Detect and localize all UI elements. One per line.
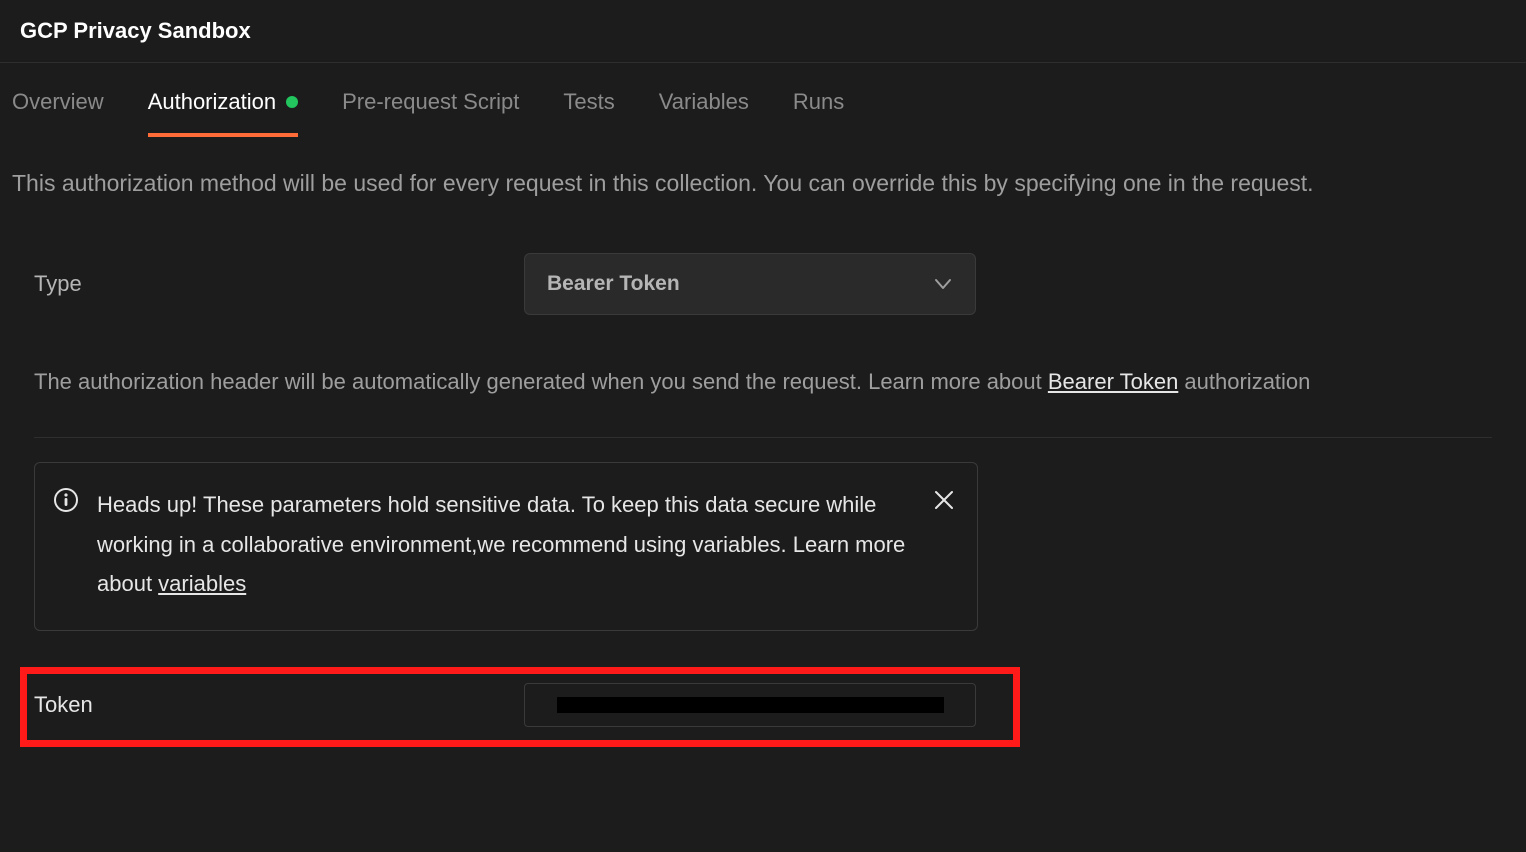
token-row: Token [34, 683, 1014, 727]
variables-link[interactable]: variables [158, 571, 246, 596]
tab-runs-label: Runs [793, 89, 844, 115]
bearer-token-link[interactable]: Bearer Token [1048, 369, 1178, 394]
auth-type-label: Type [34, 271, 524, 297]
tab-runs[interactable]: Runs [793, 67, 844, 137]
auth-help-prefix: The authorization header will be automat… [34, 369, 1048, 394]
auth-type-row: Type Bearer Token [34, 253, 1492, 315]
auth-type-value: Bearer Token [547, 272, 680, 296]
close-alert-button[interactable] [933, 489, 955, 511]
token-redacted-value [557, 697, 944, 713]
close-icon [933, 489, 955, 511]
tab-overview[interactable]: Overview [12, 67, 104, 137]
auth-help-suffix: authorization [1178, 369, 1310, 394]
tab-overview-label: Overview [12, 89, 104, 115]
tab-authorization-label: Authorization [148, 89, 276, 115]
tab-variables[interactable]: Variables [659, 67, 749, 137]
token-input[interactable] [524, 683, 976, 727]
tab-prerequest[interactable]: Pre-request Script [342, 67, 519, 137]
tab-authorization[interactable]: Authorization [148, 67, 298, 137]
tab-bar: Overview Authorization Pre-request Scrip… [0, 67, 1526, 138]
tab-tests-label: Tests [563, 89, 614, 115]
alert-message: Heads up! These parameters hold sensitiv… [97, 485, 915, 604]
auth-help-text: The authorization header will be automat… [34, 363, 1492, 402]
token-label: Token [34, 692, 524, 718]
auth-type-select[interactable]: Bearer Token [524, 253, 976, 315]
divider [34, 437, 1492, 438]
unsaved-indicator-icon [286, 96, 298, 108]
info-icon [53, 487, 79, 513]
tab-prerequest-label: Pre-request Script [342, 89, 519, 115]
sensitive-data-alert: Heads up! These parameters hold sensitiv… [34, 462, 978, 631]
auth-description: This authorization method will be used f… [0, 138, 1526, 213]
chevron-down-icon [933, 274, 953, 294]
page-title: GCP Privacy Sandbox [20, 18, 1506, 44]
tab-variables-label: Variables [659, 89, 749, 115]
tab-tests[interactable]: Tests [563, 67, 614, 137]
